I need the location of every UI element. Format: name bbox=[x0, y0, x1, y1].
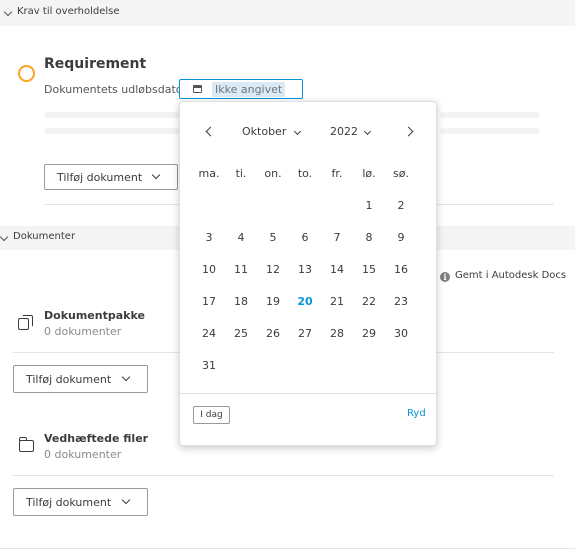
attached-files-count: 0 dokumenter bbox=[44, 448, 122, 461]
add-document-label: Tilføj dokument bbox=[57, 171, 143, 184]
weekday-header: ti. bbox=[235, 167, 247, 180]
requirement-title: Requirement bbox=[44, 56, 147, 72]
attached-files-title: Vedhæftede filer bbox=[44, 432, 149, 445]
calendar-day[interactable]: 28 bbox=[323, 327, 351, 340]
add-document-label: Tilføj dokument bbox=[26, 496, 112, 509]
calendar-day[interactable]: 16 bbox=[387, 263, 415, 276]
calendar-day[interactable]: 4 bbox=[227, 231, 255, 244]
calendar-day[interactable]: 22 bbox=[355, 295, 383, 308]
compliance-section-header[interactable]: Krav til overholdelse bbox=[0, 0, 575, 26]
weekday-header: sø. bbox=[393, 167, 409, 180]
document-package-count: 0 dokumenter bbox=[44, 325, 122, 338]
calendar-day[interactable]: 17 bbox=[195, 295, 223, 308]
calendar-day[interactable]: 25 bbox=[227, 327, 255, 340]
chevron-down-icon bbox=[3, 7, 13, 17]
calendar-day[interactable]: 9 bbox=[387, 231, 415, 244]
calendar-day[interactable]: 11 bbox=[227, 263, 255, 276]
calendar-day-today[interactable]: 20 bbox=[291, 295, 319, 308]
document-package-title: Dokumentpakke bbox=[44, 309, 145, 322]
saved-in-docs-note: Gemt i Autodesk Docs bbox=[455, 270, 567, 281]
calendar-day[interactable]: 27 bbox=[291, 327, 319, 340]
calendar-day[interactable]: 6 bbox=[291, 231, 319, 244]
calendar-day[interactable]: 14 bbox=[323, 263, 351, 276]
add-document-button-package[interactable]: Tilføj dokument bbox=[13, 365, 148, 393]
calendar-day[interactable]: 10 bbox=[195, 263, 223, 276]
calendar-day[interactable]: 3 bbox=[195, 231, 223, 244]
expiry-date-label: Dokumentets udløbsdato: bbox=[44, 83, 187, 96]
divider bbox=[13, 475, 554, 476]
month-select[interactable]: Oktober bbox=[242, 125, 304, 138]
calendar-day[interactable]: 29 bbox=[355, 327, 383, 340]
weekday-header: to. bbox=[297, 167, 313, 180]
calendar-day[interactable]: 30 bbox=[387, 327, 415, 340]
chevron-down-icon bbox=[293, 127, 302, 136]
weekday-header: lø. bbox=[362, 167, 376, 180]
chevron-down-icon bbox=[363, 127, 372, 136]
calendar-day[interactable]: 1 bbox=[355, 199, 383, 212]
calendar-icon bbox=[193, 85, 202, 93]
info-icon: i bbox=[440, 272, 450, 282]
bottom-divider bbox=[0, 548, 575, 549]
expiry-date-value: Ikke angivet bbox=[212, 82, 286, 97]
calendar-day[interactable]: 8 bbox=[355, 231, 383, 244]
month-select-value: Oktober bbox=[242, 125, 287, 138]
blurred-description-line bbox=[44, 112, 180, 118]
blurred-description-line bbox=[440, 128, 540, 134]
chevron-down-icon bbox=[0, 232, 9, 242]
document-package-icon-back bbox=[22, 315, 33, 327]
expiry-date-input[interactable]: Ikke angivet bbox=[179, 79, 303, 99]
year-select-value: 2022 bbox=[330, 125, 358, 138]
status-ring-icon bbox=[18, 65, 35, 82]
calendar-day[interactable]: 5 bbox=[259, 231, 287, 244]
year-select[interactable]: 2022 bbox=[330, 125, 374, 138]
date-picker-popup: Oktober 2022 ma. ti. on. to. fr. lø. sø. 12345… bbox=[179, 101, 437, 446]
calendar-day[interactable]: 21 bbox=[323, 295, 351, 308]
calendar-day[interactable]: 15 bbox=[355, 263, 383, 276]
chevron-down-icon bbox=[151, 170, 161, 180]
folder-icon bbox=[18, 437, 34, 452]
calendar-day[interactable]: 24 bbox=[195, 327, 223, 340]
calendar-day[interactable]: 12 bbox=[259, 263, 287, 276]
calendar-day[interactable]: 23 bbox=[387, 295, 415, 308]
documents-section-label: Dokumenter bbox=[13, 231, 76, 242]
weekday-header: on. bbox=[264, 167, 282, 180]
prev-month-icon[interactable] bbox=[205, 126, 216, 137]
calendar-day[interactable]: 18 bbox=[227, 295, 255, 308]
calendar-day[interactable]: 2 bbox=[387, 199, 415, 212]
calendar-day[interactable]: 13 bbox=[291, 263, 319, 276]
chevron-down-icon bbox=[121, 372, 131, 382]
add-document-label: Tilføj dokument bbox=[26, 373, 112, 386]
blurred-description-line bbox=[44, 128, 180, 134]
weekday-header: ma. bbox=[198, 167, 220, 180]
calendar-day[interactable]: 26 bbox=[259, 327, 287, 340]
calendar-day[interactable]: 31 bbox=[195, 359, 223, 372]
weekday-header: fr. bbox=[331, 167, 343, 180]
add-document-button-requirement[interactable]: Tilføj dokument bbox=[44, 164, 178, 190]
calendar-day[interactable]: 7 bbox=[323, 231, 351, 244]
calendar-day[interactable]: 19 bbox=[259, 295, 287, 308]
blurred-description-line bbox=[440, 112, 540, 118]
chevron-down-icon bbox=[121, 495, 131, 505]
compliance-section-label: Krav til overholdelse bbox=[17, 6, 120, 17]
popup-divider bbox=[180, 393, 436, 394]
add-document-button-attached[interactable]: Tilføj dokument bbox=[13, 488, 148, 516]
clear-link[interactable]: Ryd bbox=[407, 408, 426, 419]
today-button[interactable]: I dag bbox=[193, 406, 230, 424]
next-month-icon[interactable] bbox=[403, 126, 414, 137]
